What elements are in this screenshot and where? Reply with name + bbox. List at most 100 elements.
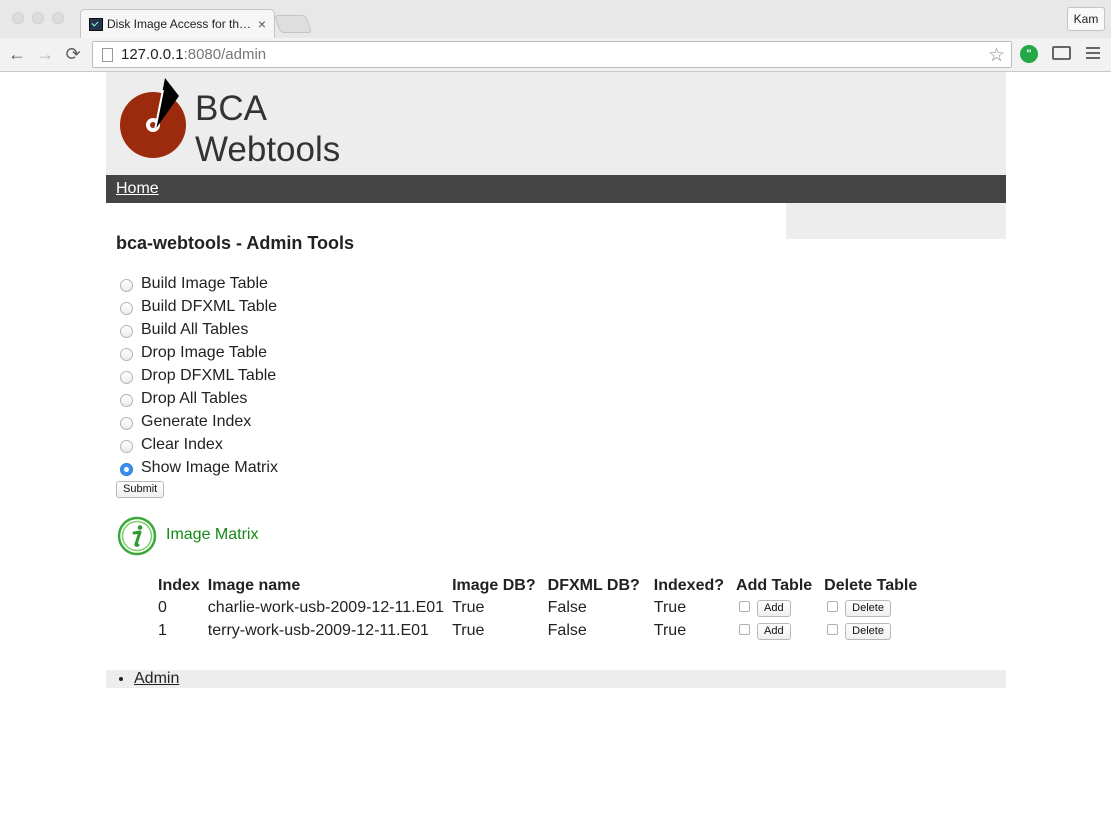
submit-button[interactable]: Submit: [116, 481, 165, 498]
profile-button[interactable]: Kam: [1067, 7, 1105, 31]
column-header-indexed: Indexed?: [653, 576, 725, 594]
site-name-line-2: Webtools: [195, 130, 341, 169]
cell-index: 0: [158, 598, 167, 616]
option-label: Build All Tables: [141, 320, 249, 338]
cell-delete-table: Delete: [824, 619, 925, 642]
close-window-button[interactable]: [12, 12, 24, 24]
image-matrix-table: Index Image name Image DB? DFXML DB? Ind…: [158, 575, 925, 642]
cell-image-name: charlie-work-usb-2009-12-11.E01: [207, 598, 445, 616]
page-title: bca-webtools - Admin Tools: [116, 233, 354, 253]
delete-table-button[interactable]: Delete: [845, 600, 891, 617]
back-arrow-icon[interactable]: ←: [6, 43, 28, 65]
add-table-checkbox[interactable]: [739, 601, 751, 613]
cell-dfxml-db: False: [547, 598, 587, 616]
delete-table-checkbox[interactable]: [827, 601, 839, 613]
option-label: Clear Index: [141, 435, 223, 453]
option-build-all-tables[interactable]: Build All Tables: [120, 318, 278, 341]
option-label: Show Image Matrix: [141, 458, 278, 476]
table-header-row: Index Image name Image DB? DFXML DB? Ind…: [158, 575, 925, 596]
radio-build-dfxml-table[interactable]: [120, 302, 133, 315]
option-drop-all-tables[interactable]: Drop All Tables: [120, 387, 278, 410]
table-row: 0 charlie-work-usb-2009-12-11.E01 True Fals…: [158, 596, 925, 619]
address-bar[interactable]: 127.0.0.1:8080/admin ☆: [92, 41, 1012, 68]
option-build-image-table[interactable]: Build Image Table: [120, 272, 278, 295]
option-label: Generate Index: [141, 412, 252, 430]
page-icon: [102, 48, 113, 62]
column-header-image-name: Image name: [207, 576, 301, 594]
info-icon: [117, 516, 157, 556]
add-table-checkbox[interactable]: [739, 624, 751, 636]
browser-tab-active[interactable]: Disk Image Access for the Web ×: [80, 9, 275, 38]
column-header-dfxml-db: DFXML DB?: [547, 576, 640, 594]
add-table-button[interactable]: Add: [757, 600, 791, 617]
footer-admin-link[interactable]: Admin: [134, 670, 179, 687]
site-name: BCA Webtools: [195, 88, 340, 170]
radio-show-image-matrix[interactable]: [120, 463, 133, 476]
bca-logo-icon: [120, 78, 186, 158]
cell-indexed: True: [653, 621, 687, 639]
cell-dfxml-db: False: [547, 621, 587, 639]
column-header-image-db: Image DB?: [452, 576, 536, 594]
terminal-favicon-icon: [89, 17, 103, 31]
option-clear-index[interactable]: Clear Index: [120, 433, 278, 456]
browser-menu-icon[interactable]: [1086, 47, 1100, 59]
option-build-dfxml-table[interactable]: Build DFXML Table: [120, 295, 278, 318]
radio-drop-all-tables[interactable]: [120, 394, 133, 407]
cell-image-db: True: [452, 598, 485, 616]
option-drop-dfxml-table[interactable]: Drop DFXML Table: [120, 364, 278, 387]
tab-close-icon[interactable]: ×: [258, 16, 266, 32]
option-label: Build Image Table: [141, 274, 268, 292]
option-drop-image-table[interactable]: Drop Image Table: [120, 341, 278, 364]
delete-table-button[interactable]: Delete: [845, 623, 891, 640]
nav-bar: Home: [106, 175, 1006, 203]
radio-drop-image-table[interactable]: [120, 348, 133, 361]
radio-build-all-tables[interactable]: [120, 325, 133, 338]
radio-build-image-table[interactable]: [120, 279, 133, 292]
bookmark-star-icon[interactable]: ☆: [988, 44, 1005, 67]
site-name-line-1: BCA: [195, 89, 267, 128]
image-matrix-title: Image Matrix: [166, 526, 259, 543]
column-header-index: Index: [158, 576, 200, 594]
cell-image-name: terry-work-usb-2009-12-11.E01: [207, 621, 429, 639]
option-label: Drop DFXML Table: [141, 366, 277, 384]
browser-chrome: Disk Image Access for the Web × Kam ← → …: [0, 0, 1111, 72]
cast-icon[interactable]: [1052, 46, 1071, 60]
reload-icon[interactable]: ⟳: [62, 43, 84, 65]
new-tab-button[interactable]: [273, 15, 313, 33]
radio-generate-index[interactable]: [120, 417, 133, 430]
footer-link-item: Admin: [134, 670, 1006, 688]
url-host: 127.0.0.1: [121, 46, 184, 63]
add-table-button[interactable]: Add: [757, 623, 791, 640]
cell-image-db: True: [452, 621, 485, 639]
footer-links: Admin: [106, 670, 1006, 688]
minimize-window-button[interactable]: [32, 12, 44, 24]
option-label: Drop Image Table: [141, 343, 267, 361]
option-show-image-matrix[interactable]: Show Image Matrix: [120, 456, 278, 479]
page-content: BCA Webtools Home bca-webtools - Admin T…: [0, 72, 1111, 815]
cell-add-table: Add: [736, 619, 824, 642]
hangouts-extension-icon[interactable]: ": [1020, 45, 1038, 63]
footer: Admin: [106, 670, 1006, 688]
option-generate-index[interactable]: Generate Index: [120, 410, 278, 433]
zoom-window-button[interactable]: [52, 12, 64, 24]
tab-title: Disk Image Access for the Web: [107, 17, 252, 31]
delete-table-checkbox[interactable]: [827, 624, 839, 636]
option-label: Build DFXML Table: [141, 297, 278, 315]
browser-toolbar: ← → ⟳ 127.0.0.1:8080/admin ☆ ": [0, 38, 1111, 72]
admin-options-list: Build Image Table Build DFXML Table Build …: [120, 272, 278, 479]
url-path: :8080/admin: [183, 46, 267, 63]
option-label: Drop All Tables: [141, 389, 248, 407]
cell-indexed: True: [653, 598, 687, 616]
site-header: BCA Webtools: [106, 72, 1006, 175]
radio-drop-dfxml-table[interactable]: [120, 371, 133, 384]
table-row: 1 terry-work-usb-2009-12-11.E01 True False T…: [158, 619, 925, 642]
nav-home-link[interactable]: Home: [116, 180, 159, 198]
tab-strip: Disk Image Access for the Web × Kam: [0, 0, 1111, 38]
cell-index: 1: [158, 621, 167, 639]
sidebar-box: [786, 203, 1006, 239]
forward-arrow-icon[interactable]: →: [34, 43, 56, 65]
column-header-add-table: Add Table: [736, 576, 813, 594]
radio-clear-index[interactable]: [120, 440, 133, 453]
cell-add-table: Add: [736, 596, 824, 619]
column-header-delete-table: Delete Table: [824, 576, 918, 594]
